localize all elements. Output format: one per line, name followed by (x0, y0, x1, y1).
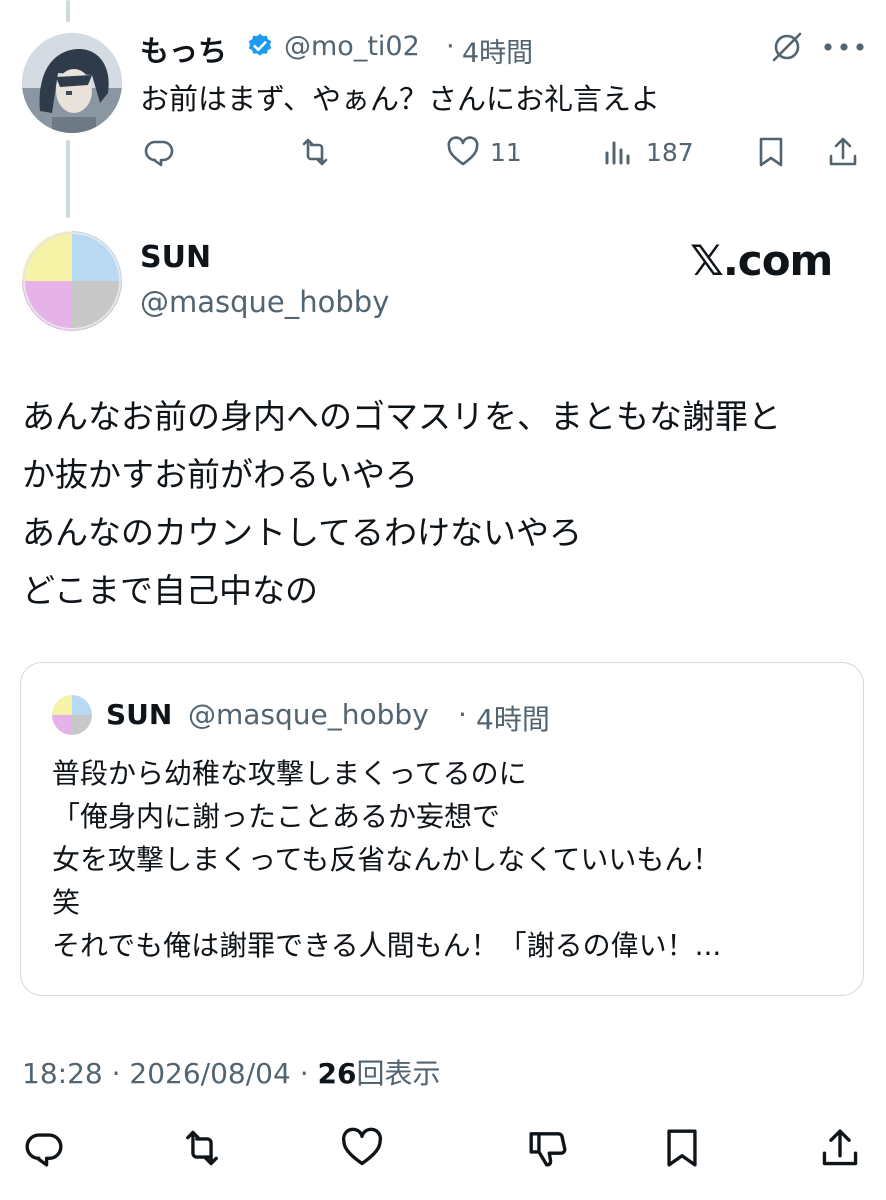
bookmark-icon (667, 1129, 697, 1167)
retweet-button[interactable] (298, 135, 332, 169)
separator: · (299, 1057, 309, 1090)
tweet-text: あんなお前の身内へのゴマスリを、まともな謝罪と か抜かすお前がわるいやろ あんな… (22, 388, 872, 620)
tweet-line: どこまで自己中なの (22, 571, 319, 610)
heart-icon (447, 136, 479, 166)
quoted-author-name: SUN (106, 698, 173, 731)
separator: · (458, 698, 467, 731)
avatar[interactable] (22, 33, 122, 133)
post-time[interactable]: 18:28 (22, 1057, 103, 1090)
reply-timestamp[interactable]: 4時間 (462, 31, 533, 70)
reply-author-handle[interactable]: @mo_ti02 (284, 31, 420, 62)
author-name[interactable]: SUN (140, 240, 211, 275)
retweet-icon (302, 138, 328, 166)
bookmark-button[interactable] (754, 135, 788, 169)
avatar (52, 695, 92, 735)
quoted-line: 普段から幼稚な攻撃しまくってるのに (52, 757, 527, 790)
bookmark-button[interactable] (660, 1126, 704, 1174)
share-button[interactable] (818, 1126, 862, 1174)
more-icon[interactable] (822, 34, 866, 60)
like-button[interactable]: 11 (446, 135, 522, 169)
quoted-line: 笑 (52, 886, 81, 919)
reply-icon (25, 1133, 63, 1167)
retweet-button[interactable] (180, 1126, 224, 1174)
retweet-icon (186, 1130, 218, 1166)
dislike-icon (529, 1132, 567, 1167)
quoted-timestamp: 4時間 (476, 703, 550, 736)
share-icon (822, 1129, 858, 1166)
quoted-author-handle: @masque_hobby (188, 698, 429, 731)
separator: · (446, 31, 455, 62)
reply-author-name[interactable]: もっち (140, 28, 227, 70)
separator: · (111, 1057, 121, 1090)
thread-line (66, 140, 70, 218)
like-button[interactable] (340, 1126, 384, 1174)
avatar[interactable] (22, 231, 122, 331)
tweet-line: か抜かすお前がわるいやろ (22, 455, 418, 494)
tweet-line: あんなお前の身内へのゴマスリを、まともな謝罪と (22, 397, 781, 436)
tweet-meta: 18:28 · 2026/08/04 · 26回表示 (22, 1052, 441, 1092)
like-count: 11 (490, 137, 522, 167)
share-button[interactable] (826, 135, 860, 169)
views-button[interactable]: 187 (602, 135, 694, 169)
heart-icon (341, 1127, 383, 1166)
verified-badge-icon (246, 32, 274, 60)
quoted-text: 普段から幼稚な攻撃しまくってるのに 「俺身内に謝ったことあるか妄想で 女を攻撃し… (52, 752, 852, 967)
bookmark-icon (759, 137, 783, 167)
view-count: 26 (317, 1057, 357, 1090)
quoted-line: 女を攻撃しまくっても反省なんかしなくていいもん！ (52, 843, 721, 876)
views-label: 回表示 (356, 1057, 441, 1090)
dislike-button[interactable] (526, 1126, 570, 1174)
reply-button[interactable] (142, 135, 176, 169)
grok-icon[interactable] (770, 30, 804, 64)
x-watermark: 𝕏.com (690, 236, 833, 285)
author-handle[interactable]: @masque_hobby (140, 285, 389, 319)
view-count: 187 (646, 137, 694, 167)
reply-icon (144, 140, 174, 167)
views-icon (605, 141, 630, 165)
reply-button[interactable] (22, 1126, 66, 1174)
share-icon (829, 137, 857, 166)
tweet-line: あんなのカウントしてるわけないやろ (22, 513, 583, 552)
quoted-line: それでも俺は謝罪できる人間もん！「謝るの偉い！... (52, 929, 722, 962)
quoted-line: 「俺身内に謝ったことあるか妄想で (52, 800, 501, 833)
post-date[interactable]: 2026/08/04 (129, 1057, 290, 1090)
reply-text: お前はまず、やぁん？さんにお礼言えよ (140, 82, 660, 116)
thread-line (66, 0, 70, 22)
